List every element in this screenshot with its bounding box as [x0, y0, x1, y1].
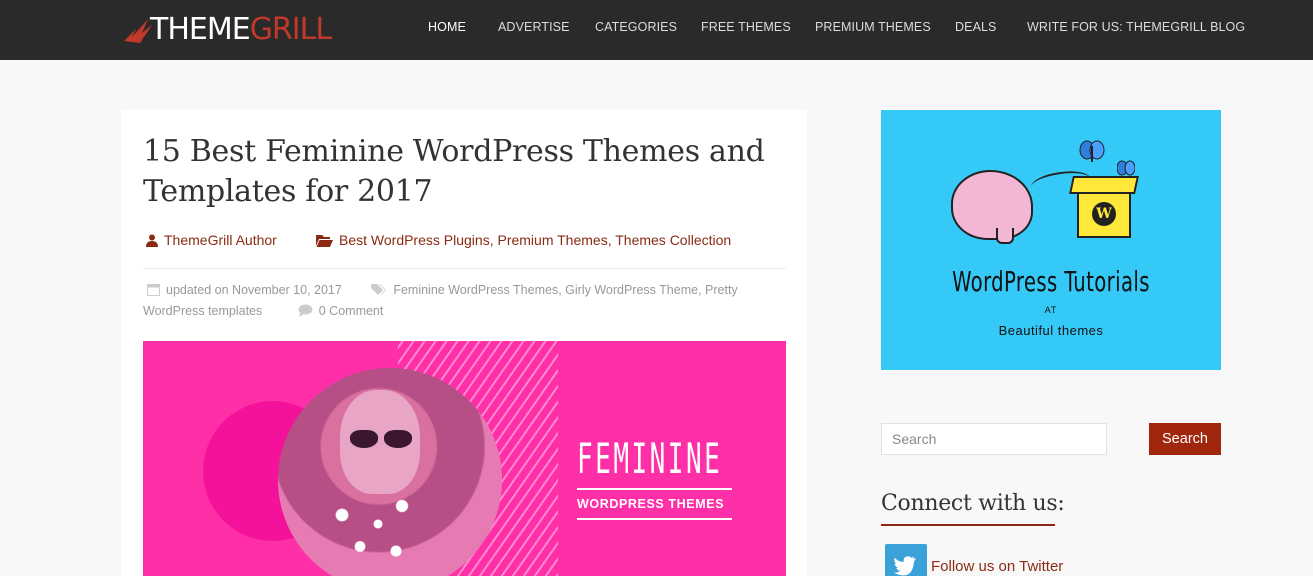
featured-subtitle: WORDPRESS THEMES	[577, 497, 725, 511]
category-meta: Best WordPress Plugins, Premium Themes, …	[316, 232, 731, 248]
site-header: THEMEGRILL HOME ADVERTISE CATEGORIES FRE…	[0, 0, 1313, 60]
brain-stem	[996, 228, 1014, 244]
featured-rule-top	[577, 488, 732, 490]
logo-text-grill: GRILL	[249, 12, 332, 47]
tags-icon	[371, 284, 387, 295]
date-meta: updated on November 10, 2017	[147, 283, 342, 297]
author-link[interactable]: ThemeGrill Author	[164, 232, 277, 248]
search-button[interactable]: Search	[1149, 423, 1221, 455]
featured-image[interactable]: FEMININE WORDPRESS THEMES	[143, 341, 786, 576]
nav-deals[interactable]: DEALS	[955, 20, 997, 34]
site-logo[interactable]: THEMEGRILL	[122, 10, 332, 50]
banner-subtitle: Beautiful themes	[998, 323, 1104, 338]
brain-illustration	[951, 170, 1033, 240]
nav-free-themes[interactable]: FREE THEMES	[701, 20, 791, 34]
comment-icon	[298, 304, 313, 317]
user-icon	[146, 234, 158, 247]
nav-categories[interactable]: CATEGORIES	[595, 20, 677, 34]
updated-date[interactable]: November 10, 2017	[232, 283, 342, 297]
category-link-premium[interactable]: Premium Themes	[497, 232, 607, 248]
butterfly-small-icon	[1117, 160, 1135, 176]
connect-heading-underline	[881, 524, 1055, 526]
calendar-icon	[147, 284, 160, 296]
logo-text-theme: THEME	[150, 12, 251, 47]
article-card: 15 Best Feminine WordPress Themes and Te…	[121, 110, 807, 576]
nav-premium-themes[interactable]: PREMIUM THEMES	[815, 20, 931, 34]
tag-link-feminine[interactable]: Feminine WordPress Themes	[393, 283, 558, 297]
folder-open-icon	[316, 235, 333, 247]
featured-title: FEMININE	[577, 434, 723, 483]
butterfly-icon	[1079, 140, 1105, 162]
featured-rule-bottom	[577, 518, 732, 520]
article-submeta: updated on November 10, 2017 Feminine Wo…	[143, 280, 743, 322]
banner-at: AT	[1044, 305, 1058, 315]
wordpress-tutorials-banner[interactable]: W WordPress Tutorials AT Beautiful theme…	[881, 110, 1221, 370]
nav-home[interactable]: HOME	[428, 20, 466, 34]
comments-link[interactable]: 0 Comment	[319, 304, 384, 318]
search-input[interactable]	[881, 423, 1107, 455]
article-title[interactable]: 15 Best Feminine WordPress Themes and Te…	[143, 132, 783, 212]
comments-meta: 0 Comment	[298, 304, 384, 318]
connect-heading: Connect with us:	[881, 491, 1065, 516]
woman-photo	[278, 368, 502, 576]
updated-prefix: updated on	[166, 283, 229, 297]
author-meta: ThemeGrill Author	[146, 232, 277, 248]
twitter-follow-link[interactable]: Follow us on Twitter	[931, 558, 1063, 575]
logo-flame-icon	[124, 19, 152, 43]
nav-write-for-us[interactable]: WRITE FOR US: THEMEGRILL BLOG	[1027, 20, 1245, 34]
category-link-plugins[interactable]: Best WordPress Plugins	[339, 232, 490, 248]
tag-link-girly[interactable]: Girly WordPress Theme	[565, 283, 698, 297]
banner-title: WordPress Tutorials	[952, 265, 1150, 298]
meta-divider	[143, 268, 786, 269]
twitter-icon[interactable]	[885, 544, 927, 576]
nav-advertise[interactable]: ADVERTISE	[498, 20, 570, 34]
wordpress-logo-icon: W	[1092, 202, 1116, 226]
category-link-collection[interactable]: Themes Collection	[615, 232, 731, 248]
